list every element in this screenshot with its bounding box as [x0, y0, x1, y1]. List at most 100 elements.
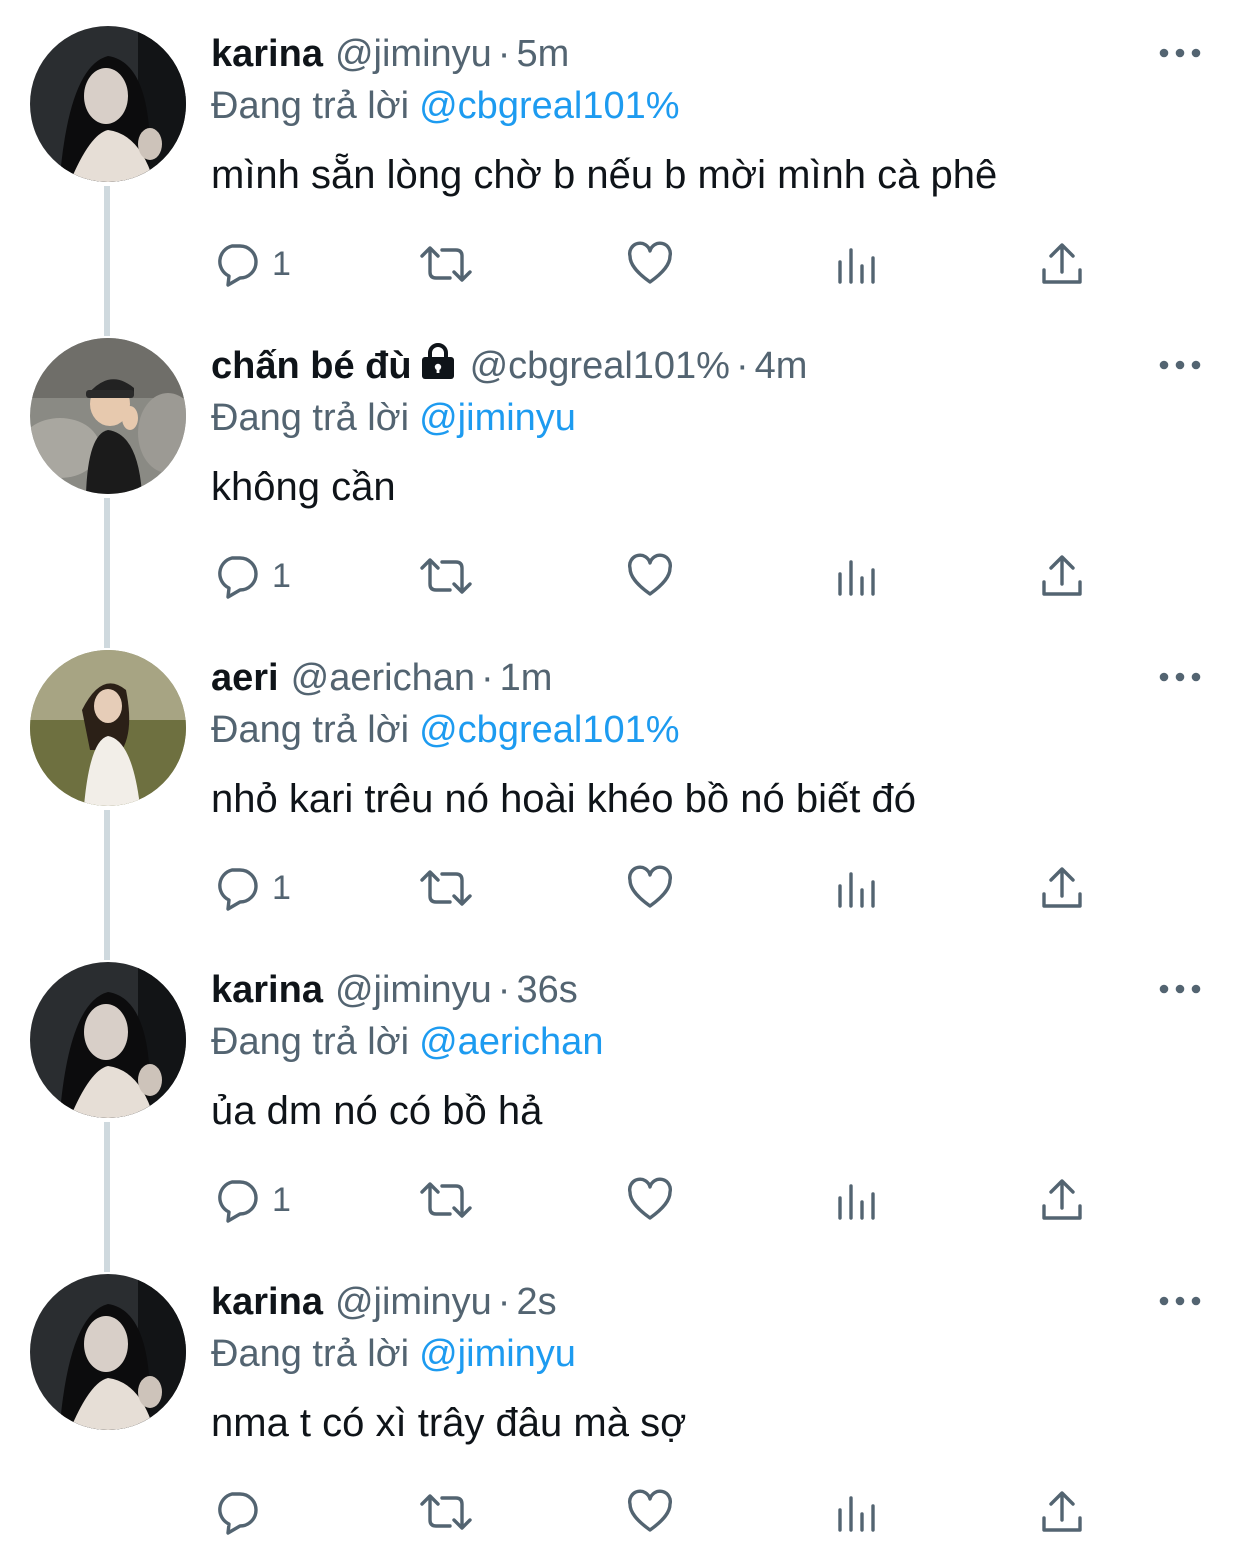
- timestamp[interactable]: 5m: [516, 33, 569, 75]
- timestamp[interactable]: 2s: [516, 1281, 556, 1323]
- replying-to-line: Đang trả lời @aerichan: [211, 1018, 603, 1066]
- reply-thread: karina @jiminyu · 5m Đang trả lời @cbgreal10…: [0, 0, 1242, 1564]
- user-handle[interactable]: @jiminyu: [335, 33, 492, 75]
- analytics-bars-icon: [838, 1184, 875, 1220]
- share-upload-icon: [1042, 867, 1082, 908]
- replying-to-mention[interactable]: @cbgreal101%: [419, 85, 679, 127]
- share-button[interactable]: [1038, 1174, 1086, 1226]
- more-horizontal-icon[interactable]: [1156, 38, 1204, 68]
- analytics-button[interactable]: [832, 1174, 880, 1226]
- tweet-text: ủa dm nó có bồ hả: [211, 1089, 543, 1133]
- user-handle[interactable]: @aerichan: [291, 657, 475, 699]
- share-button[interactable]: [1038, 550, 1086, 602]
- timestamp[interactable]: 4m: [755, 345, 808, 387]
- analytics-button[interactable]: [832, 550, 880, 602]
- avatar[interactable]: [30, 26, 186, 182]
- avatar[interactable]: [30, 1274, 186, 1430]
- more-horizontal-icon[interactable]: [1156, 662, 1204, 692]
- tweet[interactable]: chấn bé đù @cbgreal101% · 4m Đang trả lời @j…: [0, 312, 1242, 624]
- user-handle[interactable]: @jiminyu: [335, 969, 492, 1011]
- share-upload-icon: [1042, 1179, 1082, 1220]
- analytics-button[interactable]: [832, 238, 880, 290]
- timestamp[interactable]: 36s: [516, 969, 577, 1011]
- replying-to-line: Đang trả lời @jiminyu: [211, 394, 576, 442]
- reply-count: 1: [272, 244, 291, 283]
- reply-button[interactable]: 1: [212, 238, 291, 290]
- reply-count: 1: [272, 868, 291, 907]
- avatar-karina-image: [30, 962, 186, 1118]
- replying-to-mention[interactable]: @jiminyu: [419, 397, 576, 439]
- display-name[interactable]: chấn bé đù: [211, 345, 412, 387]
- tweet-text: mình sẵn lòng chờ b nếu b mời mình cà ph…: [211, 153, 998, 197]
- user-handle[interactable]: @jiminyu: [335, 1281, 492, 1323]
- tweet[interactable]: aeri @aerichan · 1m Đang trả lời @cbgreal101…: [0, 624, 1242, 936]
- tweet-header: aeri @aerichan · 1m: [211, 654, 552, 702]
- reply-button[interactable]: [212, 1486, 272, 1538]
- display-name[interactable]: karina: [211, 969, 323, 1011]
- tweet[interactable]: karina @jiminyu · 2s Đang trả lời @jiminyu n…: [0, 1248, 1242, 1560]
- display-name[interactable]: karina: [211, 33, 323, 75]
- like-button[interactable]: [626, 550, 674, 602]
- replying-to-mention[interactable]: @cbgreal101%: [419, 709, 679, 751]
- retweet-icon: [420, 1182, 472, 1218]
- heart-icon: [628, 553, 672, 596]
- share-button[interactable]: [1038, 238, 1086, 290]
- like-button[interactable]: [626, 238, 674, 290]
- reply-button[interactable]: 1: [212, 550, 291, 602]
- more-horizontal-icon[interactable]: [1156, 350, 1204, 380]
- replying-label: Đang trả lời: [211, 397, 410, 439]
- reply-button[interactable]: 1: [212, 862, 291, 914]
- share-upload-icon: [1042, 243, 1082, 284]
- analytics-button[interactable]: [832, 862, 880, 914]
- avatar-karina-image: [30, 1274, 186, 1430]
- share-upload-icon: [1042, 555, 1082, 596]
- replying-to-mention[interactable]: @jiminyu: [419, 1333, 576, 1375]
- retweet-button[interactable]: [416, 862, 476, 914]
- timestamp[interactable]: 1m: [500, 657, 553, 699]
- replying-to-line: Đang trả lời @cbgreal101%: [211, 82, 680, 130]
- tweet-actions: 1: [212, 238, 1092, 294]
- tweet[interactable]: karina @jiminyu · 36s Đang trả lời @aerichan…: [0, 936, 1242, 1248]
- tweet-actions: 1: [212, 550, 1092, 606]
- tweet-text: không cần: [211, 465, 396, 509]
- retweet-button[interactable]: [416, 238, 476, 290]
- more-horizontal-icon[interactable]: [1156, 974, 1204, 1004]
- user-handle[interactable]: @cbgreal101%: [470, 345, 730, 387]
- avatar-chan-be-du-image: [30, 338, 186, 494]
- share-button[interactable]: [1038, 862, 1086, 914]
- analytics-bars-icon: [838, 248, 875, 284]
- like-button[interactable]: [626, 862, 674, 914]
- tweet[interactable]: karina @jiminyu · 5m Đang trả lời @cbgreal10…: [0, 0, 1242, 312]
- replying-to-line: Đang trả lời @jiminyu: [211, 1330, 576, 1378]
- tweet-header: karina @jiminyu · 2s: [211, 1278, 557, 1326]
- replying-label: Đang trả lời: [211, 1021, 410, 1063]
- avatar[interactable]: [30, 650, 186, 806]
- tweet-header: karina @jiminyu · 36s: [211, 966, 578, 1014]
- like-button[interactable]: [626, 1174, 674, 1226]
- replying-label: Đang trả lời: [211, 1333, 410, 1375]
- avatar[interactable]: [30, 338, 186, 494]
- more-horizontal-icon[interactable]: [1156, 1286, 1204, 1316]
- retweet-button[interactable]: [416, 1486, 476, 1538]
- reply-button[interactable]: 1: [212, 1174, 291, 1226]
- reply-count: 1: [272, 1180, 291, 1219]
- avatar[interactable]: [30, 962, 186, 1118]
- separator-dot: ·: [497, 1281, 511, 1323]
- heart-icon: [628, 241, 672, 284]
- tweet-text: nhỏ kari trêu nó hoài khéo bồ nó biết đó: [211, 777, 916, 821]
- replying-to-mention[interactable]: @aerichan: [419, 1021, 603, 1063]
- reply-count: 1: [272, 556, 291, 595]
- heart-icon: [628, 1177, 672, 1220]
- display-name[interactable]: karina: [211, 1281, 323, 1323]
- reply-bubble-icon: [218, 1180, 258, 1223]
- replying-label: Đang trả lời: [211, 709, 410, 751]
- display-name[interactable]: aeri: [211, 657, 279, 699]
- share-button[interactable]: [1038, 1486, 1086, 1538]
- retweet-icon: [420, 870, 472, 906]
- retweet-button[interactable]: [416, 550, 476, 602]
- analytics-button[interactable]: [832, 1486, 880, 1538]
- like-button[interactable]: [626, 1486, 674, 1538]
- analytics-bars-icon: [838, 872, 875, 908]
- retweet-button[interactable]: [416, 1174, 476, 1226]
- tweet-actions: 1: [212, 862, 1092, 918]
